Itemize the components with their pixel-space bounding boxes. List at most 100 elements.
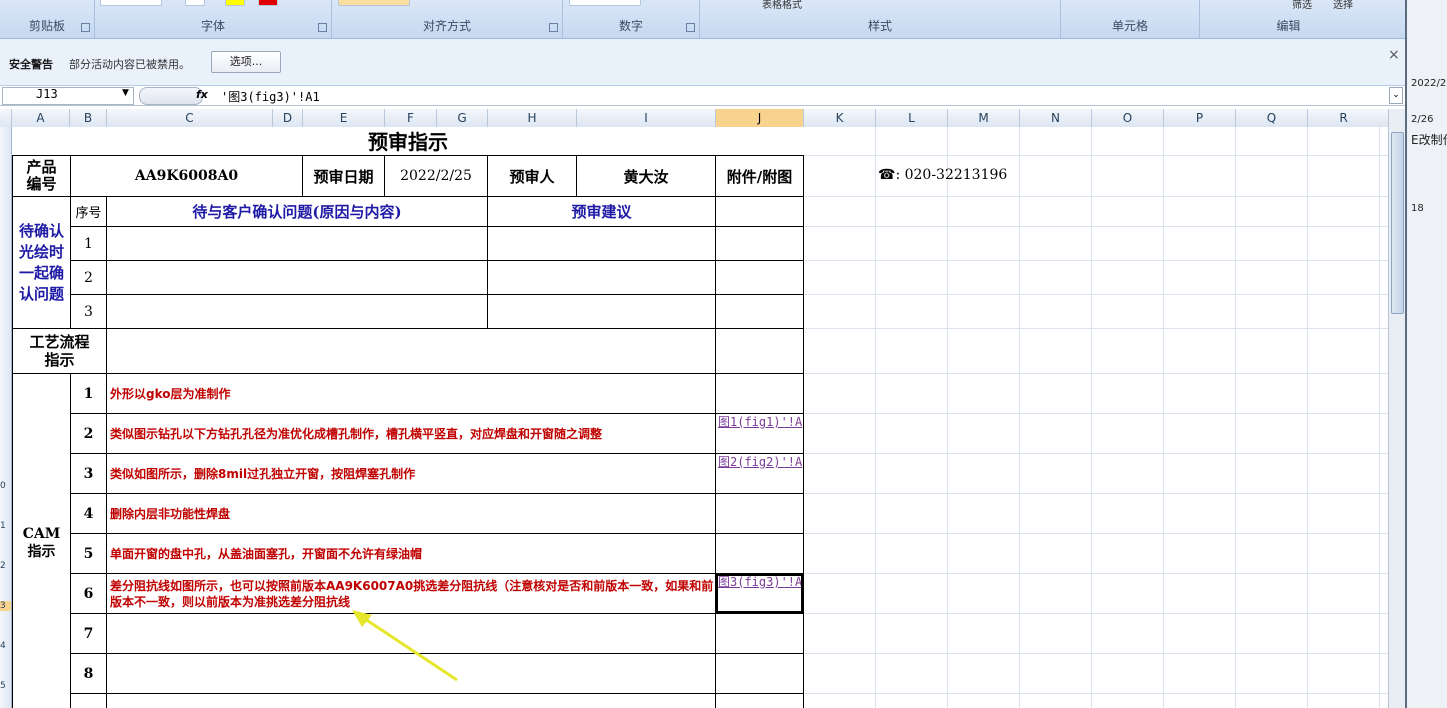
column-header-b[interactable]: B [70,109,107,127]
column-header-n[interactable]: N [1020,109,1092,127]
cam-instruction[interactable]: 删除内层非功能性焊盘 [106,493,716,534]
name-box-value: J13 [36,87,58,101]
editing-group-label: 编辑 [1276,19,1301,33]
pending-issue-cell[interactable] [106,260,488,295]
pending-suggest-cell[interactable] [487,226,716,261]
row-header-digit-selected[interactable]: 3 [0,601,11,611]
attachment-link[interactable] [715,533,804,574]
column-header-o[interactable]: O [1092,109,1164,127]
column-header-a[interactable]: A [12,109,70,127]
border-icon[interactable] [185,0,205,6]
select-button[interactable]: 选择 [1333,0,1353,11]
column-header-m[interactable]: M [948,109,1020,127]
attachment-link-fig3-selected[interactable]: 图3(fig3)'!A [715,573,804,614]
column-header-q[interactable]: Q [1236,109,1308,127]
gridline [803,653,1388,654]
row-header-digit[interactable]: 5 [0,681,11,691]
attachment-link[interactable] [715,373,804,414]
font-color-icon[interactable] [258,0,278,6]
row-header-digit[interactable]: 0 [0,481,11,491]
number-format-buttons[interactable] [569,0,641,6]
reviewer-label: 预审人 [487,155,577,197]
attachment-link[interactable] [715,613,804,654]
column-header-l[interactable]: L [876,109,948,127]
pending-suggest-cell[interactable] [487,260,716,295]
cam-instruction[interactable]: 外形以gko层为准制作 [106,373,716,414]
attachment-cell[interactable] [715,260,804,295]
expand-formula-bar-icon[interactable]: ⌄ [1389,87,1403,104]
column-header-r[interactable]: R [1308,109,1379,127]
attachment-link-fig1[interactable]: 图1(fig1)'!A [715,413,804,454]
pending-suggest-cell[interactable] [487,294,716,329]
pending-issue-cell[interactable] [106,294,488,329]
worksheet[interactable]: 预审指示 产品编号 AA9K6008A0 预审日期 2022/2/25 预审人 … [12,127,1388,708]
attachment-link[interactable] [715,493,804,534]
attachment-cell[interactable] [715,294,804,329]
row-header-digit[interactable]: 4 [0,641,11,651]
column-header-h[interactable]: H [488,109,577,127]
fill-color-icon[interactable] [225,0,245,6]
column-header-i[interactable]: I [577,109,716,127]
column-header-d[interactable]: D [273,109,303,127]
gridline [803,328,1388,329]
pending-issue-cell[interactable] [106,226,488,261]
number-launcher-icon[interactable] [686,23,695,32]
attachment-cell[interactable] [715,196,804,227]
yellow-arrow-icon [352,610,458,682]
filter-button[interactable]: 筛选 [1292,0,1312,11]
cam-row-number: 8 [70,653,107,694]
scrollbar-thumb[interactable] [1391,132,1404,314]
cam-instruction[interactable]: 单面开窗的盘中孔，从盖油面塞孔，开窗面不允许有绿油帽 [106,533,716,574]
gridline [803,453,1388,454]
clipboard-launcher-icon[interactable] [81,23,90,32]
alignment-launcher-icon[interactable] [549,23,558,32]
cam-row-number: 5 [70,533,107,574]
name-box[interactable] [2,87,134,105]
format-as-table-button[interactable]: 表格格式 [762,0,802,11]
row-header-digit[interactable]: 1 [0,521,11,531]
attachment-cell[interactable] [715,226,804,261]
clipboard-group-label: 剪贴板 [28,19,65,33]
gridline [875,127,876,708]
number-group: 数字 [563,0,700,38]
gridline [803,413,1388,414]
process-cell[interactable] [106,328,716,374]
column-header-j[interactable]: J [716,109,804,127]
column-header-k[interactable]: K [804,109,876,127]
font-group: 字体 [95,0,332,38]
column-header-p[interactable]: P [1164,109,1236,127]
font-launcher-icon[interactable] [318,23,327,32]
column-header-c[interactable]: C [107,109,273,127]
attachment-link-fig2[interactable]: 图2(fig2)'!A [715,453,804,494]
gridline [803,260,1388,261]
cam-row-number: 3 [70,453,107,494]
column-header-f[interactable]: F [385,109,437,127]
cam-row-number: 4 [70,493,107,534]
options-button[interactable]: 选项... [211,51,281,73]
select-all-corner[interactable] [0,109,12,127]
pending-row-number: 3 [70,294,107,329]
column-header-g[interactable]: G [437,109,488,127]
cam-instruction[interactable]: 类似图示钻孔以下方钻孔孔径为准优化成槽孔制作，槽孔横平竖直，对应焊盘和开窗随之调… [106,413,716,454]
chevron-down-icon[interactable]: ▼ [122,88,129,98]
attachment-link[interactable] [715,653,804,694]
align-buttons[interactable] [338,0,410,6]
insert-function-icon[interactable]: fx [196,88,208,101]
row-header-digit[interactable]: 2 [0,561,11,571]
attachment-cell[interactable] [715,693,804,708]
cam-instruction[interactable]: 类似如图所示，删除8mil过孔独立开窗，按阻焊塞孔制作 [106,453,716,494]
ribbon: 剪贴板 字体 对齐方式 数字 表格格式 样式 单元格 筛选 选择 编辑 [0,0,1405,39]
close-icon[interactable]: × [1388,47,1400,63]
font-size-box[interactable] [100,0,162,6]
cam-row-number: 1 [70,373,107,414]
attachment-cell[interactable] [715,328,804,374]
column-header-e[interactable]: E [303,109,385,127]
gridline [1019,127,1020,708]
formula-input[interactable]: '图3(fig3)'!A1 [221,88,320,105]
cam-label: CAM指示 [12,373,71,708]
cam-instruction[interactable] [106,693,716,708]
styles-group: 表格格式 样式 [700,0,1061,38]
editing-group: 筛选 选择 编辑 [1200,0,1377,38]
gridline [803,613,1388,614]
formula-resize-handle[interactable] [139,87,203,105]
